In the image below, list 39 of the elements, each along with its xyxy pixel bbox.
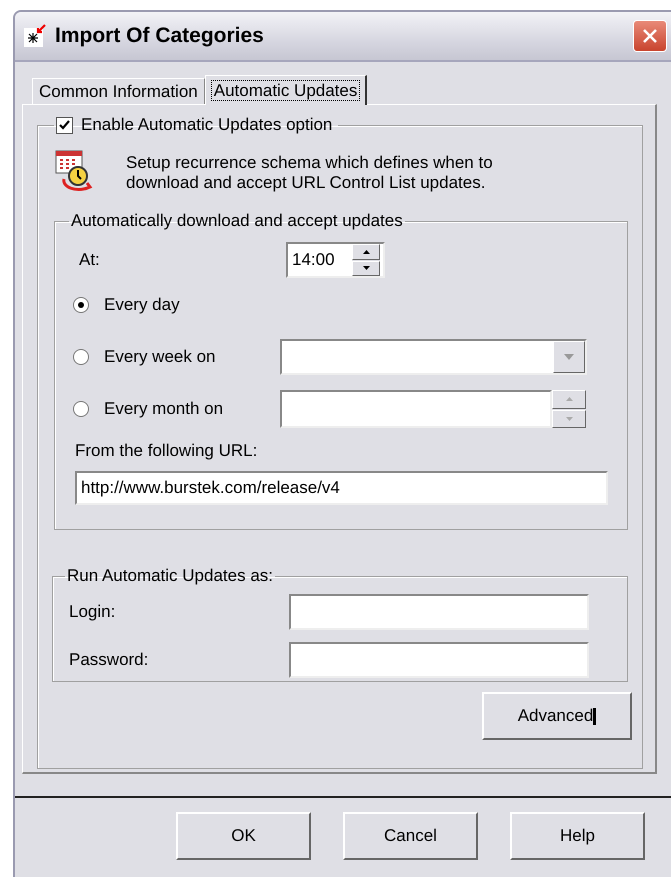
dropdown-arrow-icon — [564, 354, 574, 360]
radio-button[interactable] — [73, 349, 89, 365]
radio-label: Every month on — [104, 399, 224, 419]
tab[interactable]: Common Information — [32, 78, 205, 104]
radio-button[interactable] — [73, 297, 89, 313]
check-icon — [58, 118, 71, 132]
up-arrow-icon — [362, 250, 370, 254]
dialog-button[interactable]: OK — [176, 812, 311, 860]
advanced-button[interactable]: Advanced — [482, 692, 632, 740]
dialog-button[interactable]: Help — [510, 812, 645, 860]
field-label: From the following URL: — [75, 441, 258, 461]
spin-up-button[interactable] — [352, 244, 380, 260]
field-label: At: — [78, 250, 101, 270]
dialog-button[interactable]: Cancel — [343, 812, 478, 860]
radio-label: Every day — [104, 295, 181, 315]
dropdown-field[interactable] — [280, 339, 587, 375]
url-field[interactable]: http://www.burstek.com/release/v4 — [75, 471, 608, 505]
input-field[interactable] — [280, 390, 552, 428]
time-spinner[interactable]: 14:00 — [286, 242, 385, 278]
description-text: Setup recurrence schema which defines when to download and accept URL Control List updates. — [126, 152, 494, 194]
close-button[interactable] — [633, 20, 667, 52]
spin-down-button[interactable] — [352, 260, 380, 276]
checkbox-label: Enable Automatic Updates option — [81, 115, 332, 135]
up-arrow-icon — [566, 397, 572, 402]
down-arrow-icon — [566, 416, 572, 421]
input-field[interactable] — [289, 642, 589, 678]
down-arrow-icon — [362, 266, 370, 270]
checkbox[interactable] — [56, 116, 73, 134]
group-title: Automatically download and accept updates — [70, 211, 404, 231]
field-label: Login: — [69, 602, 116, 622]
radio-button[interactable] — [73, 401, 89, 417]
input-field[interactable] — [289, 594, 589, 630]
field-label: Password: — [69, 650, 148, 670]
radio-label: Every week on — [104, 347, 216, 367]
app-icon — [23, 24, 47, 48]
tab[interactable]: Automatic Updates — [204, 75, 368, 105]
close-icon — [641, 27, 659, 45]
group-title: Run Automatic Updates as: — [66, 566, 274, 586]
window-title: Import Of Categories — [55, 24, 265, 48]
